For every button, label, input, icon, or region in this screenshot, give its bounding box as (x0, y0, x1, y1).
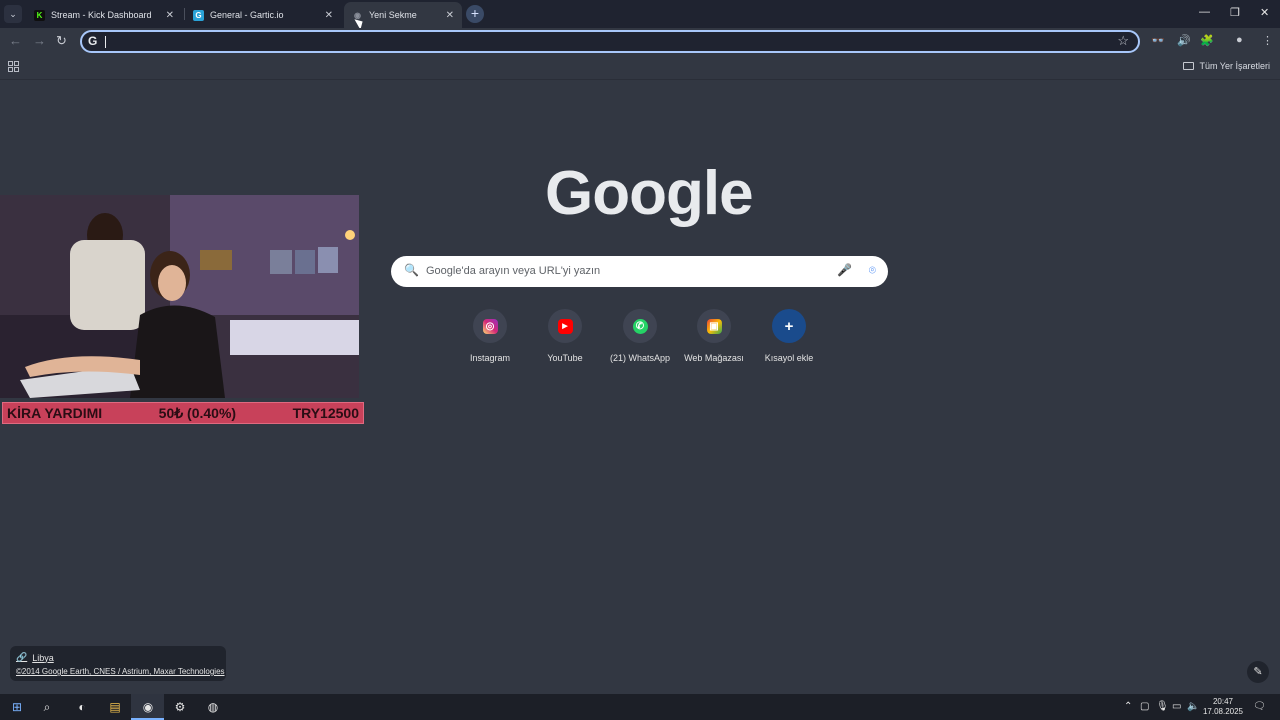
shortcut-tile: ▶ (548, 309, 582, 343)
notification-icon[interactable]: 🗨 (1253, 701, 1266, 712)
instagram-icon: ◎ (482, 318, 498, 334)
folder-icon (1183, 62, 1195, 70)
forward-icon[interactable]: → (33, 33, 46, 48)
voice-search-icon[interactable]: 🎤 (837, 263, 852, 277)
shortcut-label: Web Mağazası (684, 353, 744, 363)
webstore-icon: ▣ (706, 318, 722, 334)
gartic-icon: G (193, 9, 204, 21)
bookmark-star-icon[interactable]: ☆ (1117, 33, 1129, 49)
microphone-icon[interactable]: 🎙 (1156, 701, 1169, 712)
menu-kebab-icon[interactable]: ⋮ (1262, 34, 1273, 47)
shortcut-youtube[interactable]: ▶ YouTube (527, 309, 603, 363)
youtube-icon: ▶ (557, 318, 573, 334)
google-logo: Google (545, 159, 754, 228)
shortcut-label: Instagram (469, 353, 511, 363)
windows-start-icon[interactable]: ⊞ (8, 698, 26, 716)
tab-title: Yeni Sekme (369, 10, 417, 20)
kick-icon: K (34, 9, 45, 21)
clock-time: 20:47 (1212, 697, 1234, 706)
new-tab-button[interactable]: + (466, 5, 484, 23)
shortcut-label: (21) WhatsApp (609, 353, 671, 363)
close-icon[interactable]: ✕ (325, 10, 333, 21)
close-icon[interactable]: ✕ (166, 10, 174, 21)
steam-icon[interactable]: ⚙ (171, 698, 189, 716)
shortcut-web-store[interactable]: ▣ Web Mağazası (676, 309, 752, 363)
customize-pencil-icon[interactable]: ✎ (1247, 661, 1269, 683)
webcam-overlay (0, 195, 359, 398)
volume-icon[interactable]: 🔈 (1187, 701, 1199, 712)
shortcut-tile: ▣ (697, 309, 731, 343)
goal-target: TRY12500 (292, 405, 359, 421)
bookmarks-bar: Tüm Yer İşaretleri (0, 56, 1280, 80)
extension-audio-icon[interactable]: 🔊 (1177, 34, 1191, 47)
clock-date: 17.08.2025 (1202, 707, 1244, 716)
shortcut-tile: ◎ (473, 309, 507, 343)
system-clock[interactable]: 20:47 17.08.2025 (1200, 697, 1246, 717)
tab-title: General - Gartic.io (210, 10, 284, 20)
chevron-down-icon: ⌄ (9, 8, 17, 19)
lens-icon[interactable]: ⌾ (869, 263, 876, 278)
tab-search-button[interactable]: ⌄ (4, 5, 22, 23)
link-icon: 🔗 (16, 652, 28, 662)
tray-app-icon[interactable]: ▢ (1140, 701, 1149, 712)
close-icon[interactable]: ✕ (446, 10, 454, 21)
close-window-icon[interactable]: ✕ (1260, 6, 1269, 19)
shortcut-tile: + (772, 309, 806, 343)
background-credit[interactable]: 🔗 Libya ©2014 Google Earth, CNES / Astri… (10, 646, 226, 681)
back-icon[interactable]: ← (9, 33, 22, 48)
file-explorer-icon[interactable]: ▤ (106, 698, 124, 716)
shortcut-whatsapp[interactable]: ✆ (21) WhatsApp (602, 309, 678, 363)
webcam-image (0, 195, 359, 398)
tab-kick-dashboard[interactable]: K Stream - Kick Dashboard ✕ (26, 2, 182, 28)
apps-grid-icon[interactable] (8, 61, 19, 72)
reload-icon[interactable]: ↻ (56, 33, 67, 49)
all-bookmarks-label: Tüm Yer İşaretleri (1199, 61, 1270, 71)
tab-strip: ⌄ K Stream - Kick Dashboard ✕ G General … (0, 0, 1280, 28)
tray-chevron-icon[interactable]: ⌃ (1124, 701, 1132, 712)
credit-location-link[interactable]: 🔗 Libya (16, 652, 220, 663)
credit-location: Libya (32, 652, 54, 663)
search-icon[interactable]: ⌕ (38, 698, 56, 716)
taskbar: ⊞ ⌕ ◐ ▤ ◉ ⚙ ◍ ⌃ ▢ 🎙 ▭ 🔈 20:47 17.08.2025… (0, 694, 1280, 720)
restore-icon[interactable]: ❐ (1230, 6, 1240, 19)
extension-glasses-icon[interactable]: 👓 (1151, 34, 1165, 47)
chrome-taskbar-icon[interactable]: ◉ (139, 698, 157, 716)
google-g-icon: G (88, 34, 98, 48)
search-placeholder: Google'da arayın veya URL'yi yazın (426, 265, 601, 277)
text-caret (105, 36, 106, 48)
tab-gartic[interactable]: G General - Gartic.io ✕ (185, 2, 341, 28)
whatsapp-icon: ✆ (632, 318, 648, 334)
all-bookmarks-button[interactable]: Tüm Yer İşaretleri (1183, 61, 1270, 71)
shortcut-label: Kısayol ekle (764, 353, 814, 363)
network-icon[interactable]: ▭ (1172, 701, 1181, 712)
plus-icon: + (784, 317, 794, 335)
profile-avatar[interactable]: ● (1236, 34, 1243, 46)
google-search-box[interactable]: 🔍 Google'da arayın veya URL'yi yazın 🎤 ⌾ (391, 256, 888, 287)
extensions-puzzle-icon[interactable]: 🧩 (1200, 34, 1214, 47)
obs-icon[interactable]: ◍ (204, 698, 222, 716)
address-bar[interactable]: G ☆ (80, 30, 1140, 53)
goal-progress: 50₺ (0.40%) (158, 404, 237, 421)
goal-label: KİRA YARDIMI (7, 405, 103, 421)
copilot-icon[interactable]: ◐ (73, 698, 91, 716)
search-icon: 🔍 (404, 263, 419, 277)
shortcut-instagram[interactable]: ◎ Instagram (452, 309, 528, 363)
tab-title: Stream - Kick Dashboard (51, 10, 152, 20)
shortcut-add[interactable]: + Kısayol ekle (751, 309, 827, 363)
shortcut-label: YouTube (547, 353, 583, 363)
minimize-icon[interactable]: — (1199, 6, 1210, 18)
credit-copyright[interactable]: ©2014 Google Earth, CNES / Astrium, Maxa… (16, 667, 225, 676)
donation-goal-banner: KİRA YARDIMI 50₺ (0.40%) TRY12500 (2, 402, 364, 424)
shortcut-tile: ✆ (623, 309, 657, 343)
